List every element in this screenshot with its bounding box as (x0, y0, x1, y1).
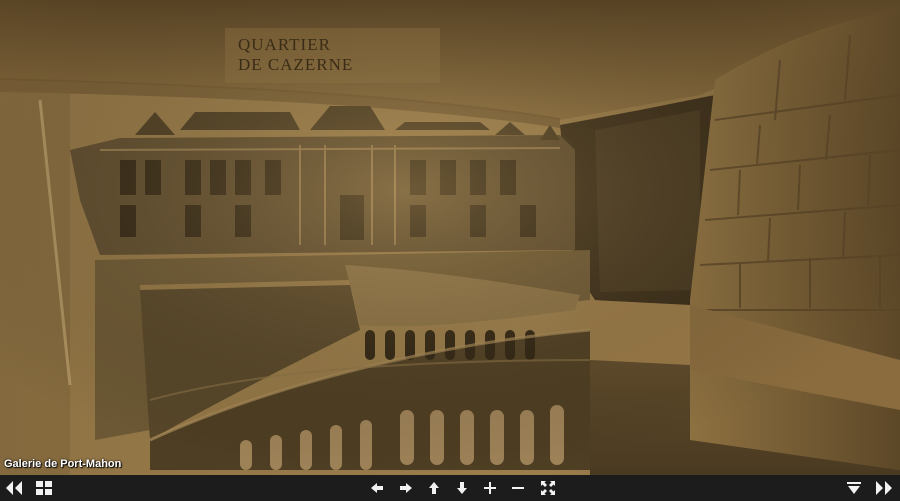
zoom-out-button[interactable] (508, 478, 528, 498)
double-chevron-right-icon (876, 481, 892, 495)
next-scene-button[interactable] (874, 478, 894, 498)
pan-up-button[interactable] (424, 478, 444, 498)
arrow-down-icon (457, 482, 467, 494)
zoom-in-button[interactable] (480, 478, 500, 498)
collapse-down-icon (847, 482, 861, 494)
panorama-viewer[interactable]: QUARTIER DE CAZERNE Galerie de Port-Maho… (0, 0, 900, 501)
grid-icon (36, 481, 52, 495)
previous-scene-button[interactable] (4, 478, 24, 498)
pan-down-button[interactable] (452, 478, 472, 498)
double-chevron-left-icon (6, 481, 22, 495)
control-bar (0, 475, 900, 501)
plus-icon (484, 482, 496, 494)
thumbnails-button[interactable] (34, 478, 54, 498)
engraving-line1: QUARTIER (238, 35, 331, 54)
panorama-image[interactable]: QUARTIER DE CAZERNE (0, 0, 900, 475)
arrow-left-icon (371, 483, 383, 493)
minus-icon (512, 487, 524, 489)
hide-controls-button[interactable] (844, 478, 864, 498)
fullscreen-button[interactable] (538, 478, 558, 498)
engraving-line2: DE CAZERNE (238, 55, 353, 74)
arrow-up-icon (429, 482, 439, 494)
pan-right-button[interactable] (396, 478, 416, 498)
scene-title: Galerie de Port-Mahon (4, 458, 122, 470)
fullscreen-icon (541, 481, 555, 495)
arrow-right-icon (400, 483, 412, 493)
pan-left-button[interactable] (367, 478, 387, 498)
